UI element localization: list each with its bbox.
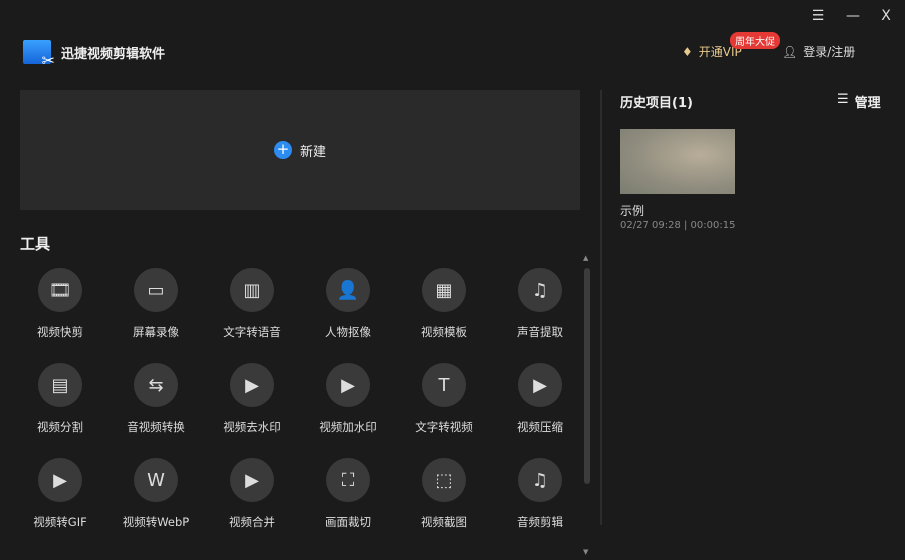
- tool-item[interactable]: ▤ 视频分割: [12, 363, 108, 435]
- tool-item[interactable]: ♫ 声音提取: [492, 268, 588, 340]
- vip-diamond-icon: ♦: [682, 44, 693, 59]
- manage-label: 管理: [854, 96, 881, 111]
- tool-icon: ▶: [230, 363, 274, 407]
- tool-item[interactable]: ▶ 视频转GIF: [12, 458, 108, 530]
- history-heading: 历史项目(1): [620, 96, 693, 111]
- project-meta: 02/27 09:28 | 00:00:15: [620, 220, 736, 231]
- tool-item[interactable]: ⇆ 音视频转换: [108, 363, 204, 435]
- tool-label: 人物抠像: [325, 325, 371, 339]
- tool-icon: W: [134, 458, 178, 502]
- project-thumbnail[interactable]: [620, 129, 735, 194]
- tool-item[interactable]: ▥ 文字转语音: [204, 268, 300, 340]
- tool-item[interactable]: ⛶ 画面裁切: [300, 458, 396, 530]
- menu-icon[interactable]: ☰: [808, 8, 828, 24]
- tool-item[interactable]: ▦ 视频模板: [396, 268, 492, 340]
- tools-heading: 工具: [20, 235, 51, 253]
- new-project-button[interactable]: + 新建: [20, 90, 580, 210]
- tool-label: 视频转WebP: [122, 515, 190, 529]
- scrollbar-thumb[interactable]: [584, 268, 590, 484]
- minimize-button[interactable]: —: [843, 8, 863, 24]
- tool-label: 音频剪辑: [517, 515, 563, 529]
- tool-icon: ▶: [518, 363, 562, 407]
- tool-icon: 👤: [326, 268, 370, 312]
- list-icon: ☰: [837, 92, 849, 107]
- tool-label: 画面裁切: [325, 515, 371, 529]
- tool-icon: ♫: [518, 458, 562, 502]
- tool-item[interactable]: ▶ 视频合并: [204, 458, 300, 530]
- tool-icon: ▶: [326, 363, 370, 407]
- user-icon: 👤︎: [782, 44, 798, 59]
- tool-icon: ⇆: [134, 363, 178, 407]
- close-button[interactable]: X: [876, 8, 896, 24]
- tool-item[interactable]: W 视频转WebP: [108, 458, 204, 530]
- tool-item[interactable]: ⬚ 视频截图: [396, 458, 492, 530]
- tool-label: 视频加水印: [319, 420, 377, 434]
- tool-icon: ▶: [230, 458, 274, 502]
- tool-item[interactable]: ♫ 音频剪辑: [492, 458, 588, 530]
- tool-label: 视频模板: [421, 325, 467, 339]
- tool-item[interactable]: 🎞 视频快剪: [12, 268, 108, 340]
- tool-icon: ▭: [134, 268, 178, 312]
- tool-icon: ⛶: [326, 458, 370, 502]
- tool-item[interactable]: ▭ 屏幕录像: [108, 268, 204, 340]
- tool-label: 视频截图: [421, 515, 467, 529]
- tool-icon: 🎞: [38, 268, 82, 312]
- app-logo-icon: [23, 40, 55, 70]
- manage-button[interactable]: ☰ 管理: [837, 92, 881, 111]
- tool-icon: T: [422, 363, 466, 407]
- tool-label: 文字转视频: [415, 420, 473, 434]
- tool-label: 视频去水印: [223, 420, 281, 434]
- tool-label: 视频压缩: [517, 420, 563, 434]
- tool-item[interactable]: ▶ 视频压缩: [492, 363, 588, 435]
- new-label: 新建: [299, 144, 326, 160]
- divider: [600, 90, 602, 525]
- tool-label: 视频转GIF: [33, 515, 87, 529]
- tool-label: 音视频转换: [127, 420, 185, 434]
- tool-icon: ▥: [230, 268, 274, 312]
- tool-label: 屏幕录像: [133, 325, 179, 339]
- tool-icon: ♫: [518, 268, 562, 312]
- project-name[interactable]: 示例: [620, 202, 644, 219]
- login-label: 登录/注册: [803, 45, 856, 59]
- tool-item[interactable]: T 文字转视频: [396, 363, 492, 435]
- promo-badge: 周年大促: [730, 32, 780, 49]
- plus-icon: +: [273, 141, 292, 159]
- tool-item[interactable]: ▶ 视频加水印: [300, 363, 396, 435]
- tool-icon: ▶: [38, 458, 82, 502]
- tool-item[interactable]: 👤 人物抠像: [300, 268, 396, 340]
- tool-icon: ▤: [38, 363, 82, 407]
- tool-label: 声音提取: [517, 325, 563, 339]
- tool-label: 视频快剪: [37, 325, 83, 339]
- tool-icon: ▦: [422, 268, 466, 312]
- tool-label: 视频分割: [37, 420, 83, 434]
- tool-label: 视频合并: [229, 515, 275, 529]
- tool-label: 文字转语音: [223, 325, 281, 339]
- login-button[interactable]: 👤︎ 登录/注册: [782, 43, 855, 60]
- app-title: 迅捷视频剪辑软件: [61, 47, 166, 62]
- tool-icon: ⬚: [422, 458, 466, 502]
- tool-item[interactable]: ▶ 视频去水印: [204, 363, 300, 435]
